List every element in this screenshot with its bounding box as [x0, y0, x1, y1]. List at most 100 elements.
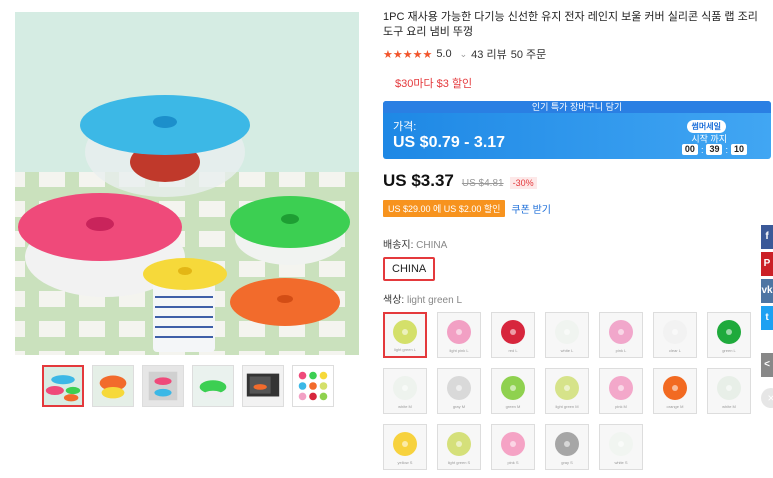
color-swatch[interactable]: pink S — [491, 424, 535, 470]
color-swatch[interactable]: gray S — [545, 424, 589, 470]
ship-from-china-option[interactable]: CHINA — [383, 257, 436, 281]
countdown-minutes: 39 — [706, 144, 723, 155]
vk-icon[interactable]: vk — [761, 279, 773, 303]
swatch-caption: light green M — [555, 404, 579, 409]
main-product-image[interactable] — [15, 12, 359, 355]
color-swatch[interactable]: pink M — [599, 368, 643, 414]
swatch-caption: pink M — [615, 404, 627, 409]
swatch-caption: white M — [398, 404, 412, 409]
thumbnail-4[interactable] — [192, 365, 234, 407]
lid-thumbnail — [555, 432, 579, 456]
countdown-hours: 00 — [681, 144, 698, 155]
lid-thumbnail — [663, 376, 687, 400]
swatch-caption: pink L — [615, 348, 627, 353]
thumbnail-strip — [42, 365, 334, 407]
color-swatch[interactable]: white L — [545, 312, 589, 358]
share-bar: f P vk t < — [761, 225, 773, 377]
lid-thumbnail — [447, 432, 471, 456]
swatch-caption: light green L — [393, 347, 416, 352]
lid-thumbnail — [555, 320, 579, 344]
banner-header: 인기 특가 장바구니 담기 — [383, 101, 771, 113]
thumbnail-3[interactable] — [142, 365, 184, 407]
rating-stars-icon: ★★★★★ — [383, 48, 433, 61]
review-count[interactable]: 43 리뷰 — [471, 46, 507, 62]
discount-badge: -30% — [509, 177, 537, 189]
lid-thumbnail — [501, 320, 525, 344]
swatch-caption: white M — [722, 404, 736, 409]
color-swatch[interactable]: light green M — [545, 368, 589, 414]
coupon-tag: US $29.00 에 US $2.00 할인 — [383, 199, 506, 217]
color-swatch[interactable]: light green L — [383, 312, 427, 358]
facebook-icon[interactable]: f — [761, 225, 773, 249]
color-selected-value: light green L — [406, 295, 463, 306]
price-row: US $3.37 US $4.81 -30% — [383, 171, 773, 193]
color-label-text: 색상: — [383, 295, 405, 306]
color-swatch[interactable]: gray M — [437, 368, 481, 414]
swatch-caption: yellow S — [397, 460, 413, 465]
lid-thumbnail — [663, 320, 687, 344]
color-swatch[interactable]: pink L — [599, 312, 643, 358]
rating-row: ★★★★★ 5.0 ⌄ 43 리뷰 50 주문 — [383, 47, 773, 61]
swatch-caption: orange M — [666, 404, 684, 409]
lid-thumbnail — [447, 376, 471, 400]
pinterest-icon[interactable]: P — [761, 252, 773, 276]
color-swatch[interactable]: white S — [599, 424, 643, 470]
color-swatch[interactable]: white M — [707, 368, 751, 414]
swatch-caption: red L — [508, 348, 518, 353]
swatch-caption: green L — [722, 348, 736, 353]
color-swatch[interactable]: light pink L — [437, 312, 481, 358]
swatch-caption: light pink L — [449, 348, 469, 353]
banner-price-label: 가격: — [393, 121, 417, 133]
lid-thumbnail — [501, 432, 525, 456]
get-coupon-link[interactable]: 쿠폰 받기 — [511, 201, 551, 216]
lid-thumbnail — [717, 320, 741, 344]
current-price: US $3.37 — [383, 171, 454, 190]
chevron-down-icon[interactable]: ⌄ — [460, 49, 468, 60]
color-label: 색상: light green L — [383, 291, 773, 306]
shipping-label-text: 배송지: — [383, 240, 414, 251]
lid-thumbnail — [609, 320, 633, 344]
product-title: 1PC 재사용 가능한 다기능 신선한 유지 전자 레인지 보울 커버 실리콘 … — [383, 11, 758, 38]
swatch-caption: white S — [614, 460, 628, 465]
color-swatch[interactable]: orange M — [653, 368, 697, 414]
coupon-row: US $29.00 에 US $2.00 할인 쿠폰 받기 — [383, 199, 773, 217]
product-info-panel: 1PC 재사용 가능한 다기능 신선한 유지 전자 레인지 보울 커버 실리콘 … — [383, 10, 773, 470]
lid-thumbnail — [609, 376, 633, 400]
color-swatch[interactable]: light green S — [437, 424, 481, 470]
lid-thumbnail — [609, 432, 633, 456]
twitter-icon[interactable]: t — [761, 306, 773, 330]
color-swatch[interactable]: yellow S — [383, 424, 427, 470]
swatch-caption: pink S — [507, 460, 519, 465]
flash-sale-banner: 인기 특가 장바구니 담기 가격: US $0.79 - 3.17 썸머세일 시… — [383, 101, 771, 159]
swatch-caption: light green S — [447, 460, 471, 465]
lid-thumbnail — [501, 376, 525, 400]
order-count: 50 주문 — [510, 49, 547, 61]
thumbnail-1[interactable] — [42, 365, 84, 407]
shipping-selected-value: CHINA — [416, 240, 448, 251]
color-swatch[interactable]: green M — [491, 368, 535, 414]
swatch-caption: gray M — [452, 404, 466, 409]
color-swatch[interactable]: green L — [707, 312, 751, 358]
swatch-caption: green M — [505, 404, 521, 409]
lid-thumbnail — [717, 376, 741, 400]
thumbnail-2[interactable] — [92, 365, 134, 407]
lid-thumbnail — [393, 376, 417, 400]
swatch-caption: white L — [560, 348, 574, 353]
color-swatch[interactable]: white M — [383, 368, 427, 414]
lid-thumbnail — [393, 432, 417, 456]
store-promo[interactable]: $30마다 $3 할인 — [395, 75, 773, 91]
color-swatch-grid: light green L light pink L red L white L pin… — [383, 312, 763, 470]
original-price: US $4.81 — [461, 178, 504, 189]
banner-price-range: US $0.79 - 3.17 — [393, 134, 506, 151]
rating-value[interactable]: 5.0 — [436, 48, 451, 60]
color-swatch[interactable]: red L — [491, 312, 535, 358]
lid-thumbnail — [393, 320, 417, 344]
share-icon[interactable]: < — [761, 353, 773, 377]
thumbnail-6[interactable] — [292, 365, 334, 407]
countdown-timer: 00 : 39 : 10 — [681, 144, 747, 155]
countdown-seconds: 10 — [730, 144, 747, 155]
swatch-caption: clear L — [668, 348, 681, 353]
shipping-label: 배송지: CHINA — [383, 236, 773, 251]
color-swatch[interactable]: clear L — [653, 312, 697, 358]
thumbnail-5[interactable] — [242, 365, 284, 407]
